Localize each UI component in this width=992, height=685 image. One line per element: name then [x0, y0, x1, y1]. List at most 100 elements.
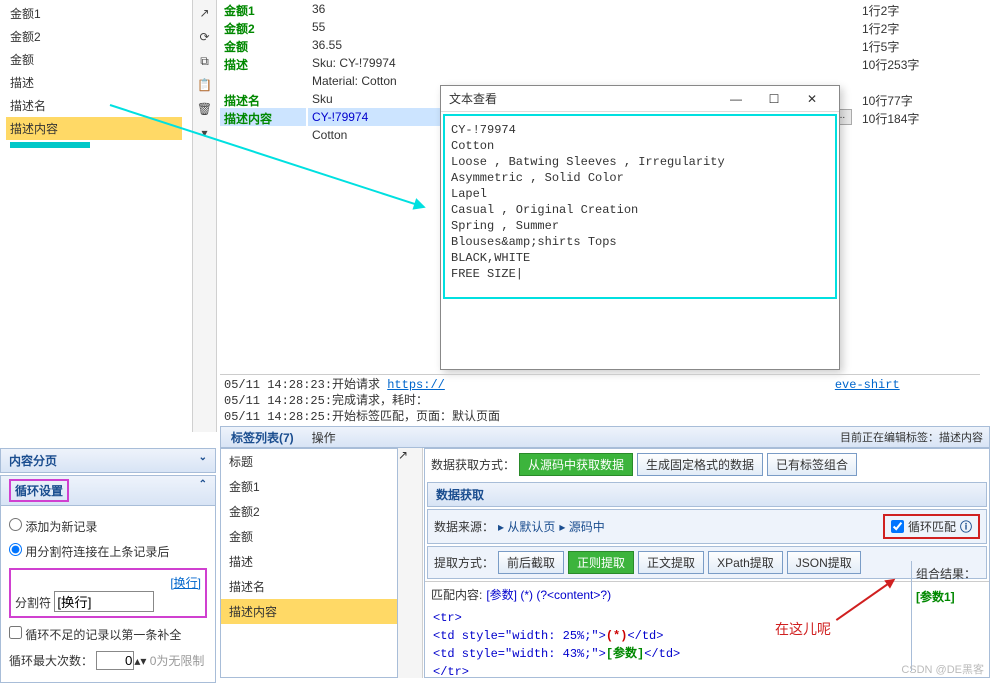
spinner-icon[interactable]: ▴▾	[134, 654, 146, 668]
max-loop-input[interactable]	[96, 651, 134, 670]
meta-text: 1行2字	[858, 18, 988, 36]
fill-checkbox-row[interactable]: 循环不足的记录以第一条补全	[9, 622, 207, 647]
dialog-titlebar[interactable]: 文本查看 — ☐ ✕	[441, 86, 839, 112]
log-line: 05/11 14:28:25:完成请求，耗时：	[224, 393, 976, 409]
tree-item[interactable]: 描述	[6, 71, 182, 94]
copy-icon[interactable]: ⧉	[194, 50, 216, 72]
left-field-tree: 金额1 金额2 金额 描述 描述名 描述内容	[0, 0, 188, 432]
field-value: 36	[308, 0, 828, 18]
arrow-out-icon[interactable]: ↗	[194, 2, 216, 24]
splitter-label: 分割符	[15, 596, 51, 610]
btn-body[interactable]: 正文提取	[638, 551, 704, 574]
field-label[interactable]: 金额	[220, 36, 306, 54]
text-viewer-dialog: 文本查看 — ☐ ✕ CY-!79974 Cotton Loose , Batw…	[440, 85, 840, 370]
btn-fixed-format[interactable]: 生成固定格式的数据	[637, 453, 763, 476]
highlight-bar	[10, 142, 90, 148]
bottom-left-panels: 内容分页⌄ 循环设置⌃ 添加为新记录 用分割符连接在上条记录后 [换行] 分割符…	[0, 448, 216, 683]
tree-item[interactable]: 金额	[6, 48, 182, 71]
combo-value: [参数1]	[916, 588, 983, 605]
field-label[interactable]: 金额2	[220, 18, 306, 36]
arrow-out-icon[interactable]: ↗	[398, 448, 422, 462]
watermark: CSDN @DE黑客	[901, 661, 984, 677]
minimize-button[interactable]: —	[717, 86, 755, 111]
panel-header-loop[interactable]: 循环设置⌃	[0, 475, 216, 506]
bottom-field-list: 标题 金额1 金额2 金额 描述 描述名 描述内容	[220, 448, 398, 678]
tree-item[interactable]: 描述名	[6, 94, 182, 117]
btn-from-source[interactable]: 从源码中获取数据	[519, 453, 633, 476]
list-item[interactable]: 描述	[221, 549, 397, 574]
tab-strip: 标签列表(7) 操作 目前正在编辑标签：描述内容	[220, 426, 990, 448]
list-item[interactable]: 金额2	[221, 499, 397, 524]
meta-text	[858, 126, 988, 144]
field-value: 55	[308, 18, 828, 36]
meta-text: 1行5字	[858, 36, 988, 54]
refresh-icon[interactable]: ⟳	[194, 26, 216, 48]
tab-label-list[interactable]: 标签列表(7)	[221, 427, 304, 448]
tree-item[interactable]: 金额1	[6, 2, 182, 25]
field-value: 36.55	[308, 36, 828, 54]
crumb[interactable]: ▸ 源码中	[559, 518, 604, 535]
checkbox-input[interactable]	[891, 520, 904, 533]
vertical-toolbar: ↗ ⟳ ⧉ 📋 🗑 ▾	[192, 0, 217, 432]
data-source-row: 数据来源： ▸ 从默认页 ▸ 源码中 循环匹配 ⓘ	[427, 509, 987, 544]
btn-tag-combo[interactable]: 已有标签组合	[767, 453, 857, 476]
radio-input[interactable]	[9, 518, 22, 531]
max-hint: 0为无限制	[150, 654, 205, 668]
match-label: 匹配内容:	[431, 586, 482, 603]
field-label[interactable]: 描述名	[220, 90, 306, 108]
field-label	[220, 126, 306, 144]
field-value: Sku: CY-!79974	[308, 54, 828, 72]
btn-xpath[interactable]: XPath提取	[708, 551, 783, 574]
btn-json[interactable]: JSON提取	[787, 551, 861, 574]
log-panel: 05/11 14:28:23:开始请求 https://eve-shirt 05…	[220, 374, 980, 426]
field-label	[220, 72, 306, 90]
maximize-button[interactable]: ☐	[755, 86, 793, 111]
radio-add-new[interactable]: 添加为新记录	[9, 514, 207, 539]
data-fetch-header: 数据获取	[427, 482, 987, 507]
combo-header: 组合结果：	[916, 565, 983, 582]
chevron-up-icon[interactable]: ⌃	[199, 479, 207, 502]
log-link[interactable]: eve-shirt	[835, 378, 900, 392]
loop-settings-body: 添加为新记录 用分割符连接在上条记录后 [换行] 分割符 循环不足的记录以第一条…	[0, 506, 216, 683]
delete-icon[interactable]: 🗑	[194, 98, 216, 120]
btn-cut[interactable]: 前后截取	[498, 551, 564, 574]
log-line: 05/11 14:28:25:开始标签匹配，页面：默认页面	[224, 409, 976, 425]
chevron-down-icon[interactable]: ⌄	[199, 452, 207, 469]
loop-match-checkbox[interactable]: 循环匹配 ⓘ	[883, 514, 980, 539]
list-item-selected[interactable]: 描述内容	[221, 599, 397, 624]
list-item[interactable]: 标题	[221, 449, 397, 474]
radio-append[interactable]: 用分割符连接在上条记录后	[9, 539, 207, 564]
tree-item[interactable]: 金额2	[6, 25, 182, 48]
extract-label: 提取方式：	[434, 554, 494, 571]
radio-input[interactable]	[9, 543, 22, 556]
btn-regex[interactable]: 正则提取	[568, 551, 634, 574]
match-expr-row: 匹配内容: [参数] (*) (?<content>?)	[425, 581, 989, 605]
log-link[interactable]: https://	[387, 378, 445, 392]
list-item[interactable]: 金额1	[221, 474, 397, 499]
match-expr[interactable]: [参数] (*) (?<content>?)	[486, 586, 611, 603]
close-button[interactable]: ✕	[793, 86, 831, 111]
mode-label: 数据获取方式：	[431, 456, 515, 473]
meta-text: 10行77字	[858, 90, 988, 108]
splitter-input[interactable]	[54, 591, 154, 612]
field-label[interactable]: 描述	[220, 54, 306, 72]
panel-header-paging[interactable]: 内容分页⌄	[0, 448, 216, 473]
field-label[interactable]: 金额1	[220, 0, 306, 18]
dialog-title: 文本查看	[449, 86, 717, 111]
operate-label[interactable]: 操作	[304, 427, 344, 448]
checkbox-input[interactable]	[9, 626, 22, 639]
max-loop-row: 循环最大次数： ▴▾ 0为无限制	[9, 647, 207, 674]
newline-link[interactable]: [换行]	[170, 576, 201, 590]
annotation-note: 在这儿呢	[775, 619, 831, 639]
field-label-selected[interactable]: 描述内容	[220, 108, 306, 126]
meta-text: 10行253字	[858, 54, 988, 72]
list-item[interactable]: 金额	[221, 524, 397, 549]
crumb[interactable]: ▸ 从默认页	[498, 518, 555, 535]
combo-result-column: 组合结果： [参数1]	[911, 561, 987, 671]
list-item[interactable]: 描述名	[221, 574, 397, 599]
bottom-vertical-toolbar: ↗	[398, 448, 423, 678]
dialog-body[interactable]: CY-!79974 Cotton Loose , Batwing Sleeves…	[443, 114, 837, 299]
paste-icon[interactable]: 📋	[194, 74, 216, 96]
info-icon[interactable]: ⓘ	[960, 518, 972, 535]
log-line: 05/11 14:28:23:开始请求 https://eve-shirt	[224, 377, 976, 393]
